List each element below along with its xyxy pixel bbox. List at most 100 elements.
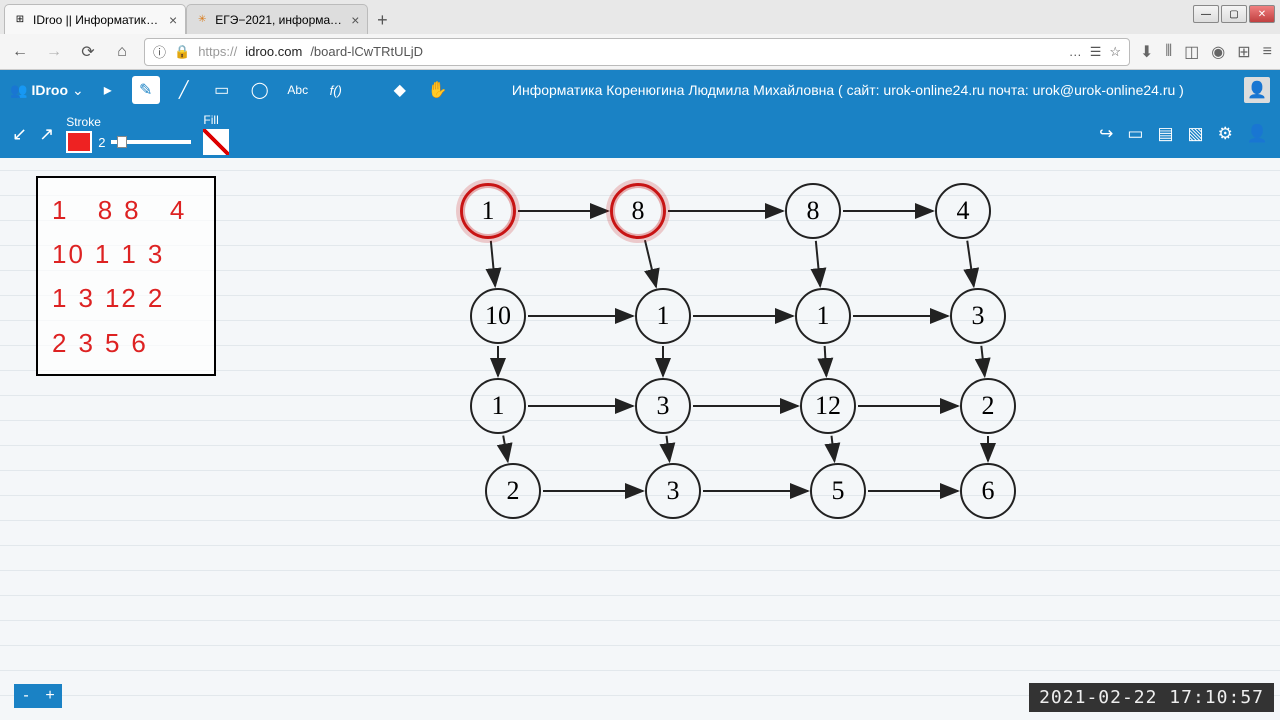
stroke-label: Stroke bbox=[66, 115, 191, 129]
graph-node: 6 bbox=[960, 463, 1016, 519]
zoom-in-button[interactable]: + bbox=[38, 684, 62, 708]
tab-close-icon[interactable]: × bbox=[351, 12, 359, 28]
graph-node: 3 bbox=[645, 463, 701, 519]
home-button[interactable]: ⌂ bbox=[110, 40, 134, 64]
app-toolbar: 👥 IDroo ⌄ ▸ ✎ ╱ ▭ ◯ Abc f() ◆ ✋ Информат… bbox=[0, 70, 1280, 110]
graph-node: 5 bbox=[810, 463, 866, 519]
forward-button[interactable]: → bbox=[42, 40, 66, 64]
ellipse-tool[interactable]: ◯ bbox=[246, 76, 274, 104]
avatar-icon: 👤 bbox=[1247, 80, 1267, 100]
graph-node: 8 bbox=[785, 183, 841, 239]
close-window-button[interactable]: ✕ bbox=[1249, 5, 1275, 23]
rect-tool[interactable]: ▭ bbox=[208, 76, 236, 104]
zoom-out-button[interactable]: - bbox=[14, 684, 38, 708]
share-icon[interactable]: ↪ bbox=[1099, 124, 1113, 144]
download-icon[interactable]: ⬇ bbox=[1140, 42, 1153, 62]
maximize-button[interactable]: ▢ bbox=[1221, 5, 1247, 23]
reload-button[interactable]: ⟳ bbox=[76, 40, 100, 64]
app-logo[interactable]: 👥 IDroo ⌄ bbox=[10, 82, 84, 99]
hand-tool[interactable]: ✋ bbox=[424, 76, 452, 104]
toolbar-actions: ⬇ ⫴ ◫ ◉ ⊞ ≡ bbox=[1140, 42, 1272, 62]
matrix-cell: 3 bbox=[148, 232, 164, 276]
matrix-cell: 1 bbox=[121, 232, 137, 276]
tab-favicon-icon: ⊞ bbox=[13, 13, 27, 27]
graph-node: 1 bbox=[635, 288, 691, 344]
matrix-cell: 10 bbox=[52, 232, 85, 276]
new-tab-button[interactable]: + bbox=[368, 6, 396, 34]
matrix-cell: 5 bbox=[105, 321, 121, 365]
graph-node: 4 bbox=[935, 183, 991, 239]
matrix-cell: 2 bbox=[148, 276, 164, 320]
text-tool[interactable]: Abc bbox=[284, 76, 312, 104]
url-path: /board-lCwTRtULjD bbox=[310, 44, 423, 59]
matrix-cell: 3 bbox=[78, 276, 94, 320]
graph-node: 2 bbox=[485, 463, 541, 519]
settings-icon[interactable]: ⚙ bbox=[1218, 124, 1233, 144]
users-icon[interactable]: 👤 bbox=[1247, 124, 1268, 144]
minimize-button[interactable]: — bbox=[1193, 5, 1219, 23]
graph-node: 12 bbox=[800, 378, 856, 434]
matrix-row: 2356 bbox=[52, 321, 200, 365]
lock-icon: 🔒 bbox=[174, 44, 190, 60]
zoom-controls: - + bbox=[14, 684, 62, 708]
tab-title: ЕГЭ−2021, информатика: зад… bbox=[215, 13, 345, 27]
address-bar[interactable]: ⓘ 🔒 https:// idroo.com/board-lCwTRtULjD …… bbox=[144, 38, 1130, 66]
matrix-row: 1 88 4 bbox=[52, 188, 200, 232]
tab-favicon-icon: ✳ bbox=[195, 13, 209, 27]
matrix-cell: 3 bbox=[78, 321, 94, 365]
account-icon[interactable]: ◉ bbox=[1211, 42, 1225, 62]
fill-color-swatch[interactable] bbox=[203, 129, 229, 155]
stroke-color-swatch[interactable] bbox=[66, 131, 92, 153]
avatar[interactable]: 👤 bbox=[1244, 77, 1270, 103]
eraser-tool[interactable]: ◆ bbox=[386, 76, 414, 104]
graph-node: 3 bbox=[950, 288, 1006, 344]
matrix-cell: 12 bbox=[105, 276, 138, 320]
arrow-end-icon[interactable]: ↗ bbox=[39, 124, 54, 145]
formula-tool[interactable]: f() bbox=[322, 76, 350, 104]
extensions-icon[interactable]: ⊞ bbox=[1237, 42, 1250, 62]
logo-icon: 👥 bbox=[10, 82, 27, 99]
back-button[interactable]: ← bbox=[8, 40, 32, 64]
logo-text: IDroo bbox=[31, 82, 68, 98]
pen-tool[interactable]: ✎ bbox=[132, 76, 160, 104]
stroke-width-value: 2 bbox=[98, 135, 105, 150]
reader-mode-icon[interactable]: ☰ bbox=[1090, 44, 1102, 60]
matrix-cell: 2 bbox=[52, 321, 68, 365]
url-scheme: https:// bbox=[198, 44, 237, 59]
browser-tab[interactable]: ✳ ЕГЭ−2021, информатика: зад… × bbox=[186, 4, 368, 34]
library-icon[interactable]: ⫴ bbox=[1165, 43, 1172, 61]
browser-tabs-bar: ⊞ IDroo || Информатика Корен… × ✳ ЕГЭ−20… bbox=[0, 0, 1280, 34]
bookmark-star-icon[interactable]: ☆ bbox=[1109, 44, 1121, 60]
matrix-cell: 4 bbox=[170, 188, 186, 232]
image-icon[interactable]: ▧ bbox=[1188, 124, 1204, 144]
matrix-cell: 1 bbox=[52, 188, 68, 232]
board-title: Информатика Коренюгина Людмила Михайловн… bbox=[462, 82, 1234, 98]
graph-node: 3 bbox=[635, 378, 691, 434]
browser-tab-active[interactable]: ⊞ IDroo || Информатика Корен… × bbox=[4, 4, 186, 34]
pointer-tool[interactable]: ▸ bbox=[94, 76, 122, 104]
chat-icon[interactable]: ▭ bbox=[1127, 124, 1143, 144]
url-more-icon[interactable]: … bbox=[1069, 44, 1082, 59]
graph-node: 1 bbox=[795, 288, 851, 344]
url-host: idroo.com bbox=[245, 44, 302, 59]
site-info-icon[interactable]: ⓘ bbox=[153, 42, 166, 61]
app-sub-toolbar: ↙ ↗ Stroke 2 Fill ↪ ▭ ▤ ▧ ⚙ 👤 bbox=[0, 110, 1280, 158]
graph-node: 8 bbox=[610, 183, 666, 239]
arrow-start-icon[interactable]: ↙ bbox=[12, 124, 27, 145]
matrix-cell: 8 bbox=[124, 188, 140, 232]
matrix-cell: 6 bbox=[131, 321, 147, 365]
stroke-width-slider[interactable] bbox=[111, 140, 191, 144]
sidebar-icon[interactable]: ◫ bbox=[1184, 42, 1199, 62]
tab-close-icon[interactable]: × bbox=[169, 12, 177, 28]
matrix-cell: 1 bbox=[52, 276, 68, 320]
line-tool[interactable]: ╱ bbox=[170, 76, 198, 104]
graph-node: 1 bbox=[470, 378, 526, 434]
window-controls: — ▢ ✕ bbox=[1193, 5, 1275, 23]
docs-icon[interactable]: ▤ bbox=[1157, 124, 1173, 144]
fill-label: Fill bbox=[203, 113, 229, 127]
whiteboard-canvas[interactable]: 1 88 4 10113 13122 2356 1884101131312223… bbox=[0, 158, 1280, 720]
matrix-box: 1 88 4 10113 13122 2356 bbox=[36, 176, 216, 376]
graph-node: 10 bbox=[470, 288, 526, 344]
menu-icon[interactable]: ≡ bbox=[1263, 43, 1272, 61]
chevron-down-icon: ⌄ bbox=[72, 82, 84, 99]
